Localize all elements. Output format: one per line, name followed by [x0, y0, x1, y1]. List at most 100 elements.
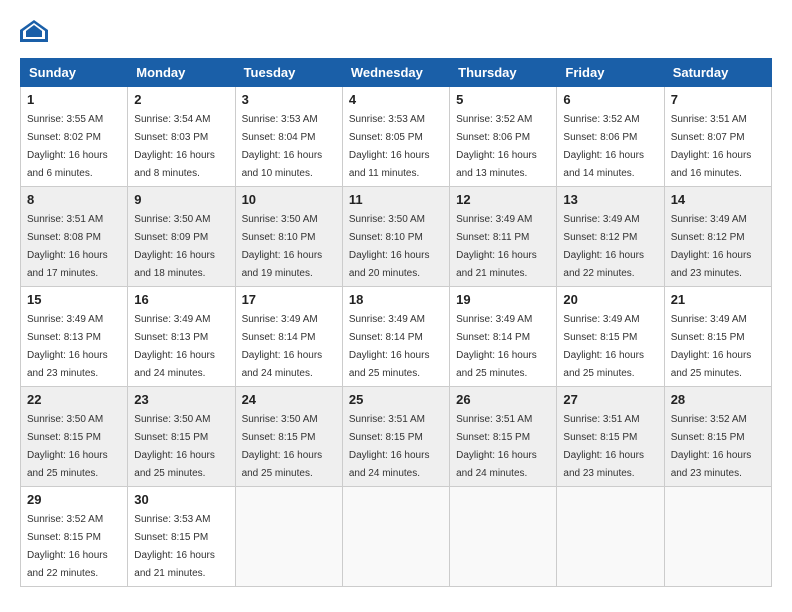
day-number: 30: [134, 492, 228, 507]
day-number: 26: [456, 392, 550, 407]
day-number: 18: [349, 292, 443, 307]
day-number: 17: [242, 292, 336, 307]
calendar-cell: 2 Sunrise: 3:54 AMSunset: 8:03 PMDaylight…: [128, 87, 235, 187]
weekday-header-saturday: Saturday: [664, 59, 771, 87]
calendar-cell: 24 Sunrise: 3:50 AMSunset: 8:15 PMDayligh…: [235, 387, 342, 487]
calendar-cell: 5Sunrise: 3:52 AMSunset: 8:06 PMDaylight…: [450, 87, 557, 187]
day-number: 1: [27, 92, 121, 107]
day-info: Sunrise: 3:51 AMSunset: 8:08 PMDaylight:…: [27, 214, 108, 279]
day-info: Sunrise: 3:50 AMSunset: 8:10 PMDaylight:…: [242, 214, 323, 279]
day-number: 22: [27, 392, 121, 407]
calendar-cell: 19 Sunrise: 3:49 AMSunset: 8:14 PMDayligh…: [450, 287, 557, 387]
calendar-cell: 3Sunrise: 3:53 AMSunset: 8:04 PMDaylight…: [235, 87, 342, 187]
day-info: Sunrise: 3:53 AMSunset: 8:05 PMDaylight:…: [349, 114, 430, 179]
day-info: Sunrise: 3:51 AMSunset: 8:15 PMDaylight:…: [349, 414, 430, 479]
page-header: [20, 20, 772, 42]
calendar-week-1: 1 Sunrise: 3:55 AMSunset: 8:02 PMDaylight…: [21, 87, 772, 187]
day-info: Sunrise: 3:52 AMSunset: 8:15 PMDaylight:…: [27, 514, 108, 579]
calendar-week-5: 29 Sunrise: 3:52 AMSunset: 8:15 PMDayligh…: [21, 487, 772, 587]
day-info: Sunrise: 3:49 AMSunset: 8:12 PMDaylight:…: [563, 214, 644, 279]
day-info: Sunrise: 3:49 AMSunset: 8:11 PMDaylight:…: [456, 214, 537, 279]
day-info: Sunrise: 3:55 AMSunset: 8:02 PMDaylight:…: [27, 114, 108, 179]
calendar-cell: 17 Sunrise: 3:49 AMSunset: 8:14 PMDayligh…: [235, 287, 342, 387]
calendar-cell: 21Sunrise: 3:49 AMSunset: 8:15 PMDayligh…: [664, 287, 771, 387]
day-info: Sunrise: 3:54 AMSunset: 8:03 PMDaylight:…: [134, 114, 215, 179]
calendar-cell: 22 Sunrise: 3:50 AMSunset: 8:15 PMDayligh…: [21, 387, 128, 487]
day-number: 12: [456, 192, 550, 207]
calendar-cell: [557, 487, 664, 587]
day-number: 19: [456, 292, 550, 307]
day-number: 14: [671, 192, 765, 207]
calendar-cell: 8 Sunrise: 3:51 AMSunset: 8:08 PMDaylight…: [21, 187, 128, 287]
day-number: 2: [134, 92, 228, 107]
calendar-cell: 25 Sunrise: 3:51 AMSunset: 8:15 PMDayligh…: [342, 387, 449, 487]
day-number: 3: [242, 92, 336, 107]
generalblue-logo-icon: [20, 20, 48, 42]
day-number: 28: [671, 392, 765, 407]
day-info: Sunrise: 3:51 AMSunset: 8:15 PMDaylight:…: [456, 414, 537, 479]
calendar-cell: 15 Sunrise: 3:49 AMSunset: 8:13 PMDayligh…: [21, 287, 128, 387]
calendar-cell: 28 Sunrise: 3:52 AMSunset: 8:15 PMDayligh…: [664, 387, 771, 487]
calendar-week-3: 15 Sunrise: 3:49 AMSunset: 8:13 PMDayligh…: [21, 287, 772, 387]
day-info: Sunrise: 3:51 AMSunset: 8:15 PMDaylight:…: [563, 414, 644, 479]
calendar-week-2: 8 Sunrise: 3:51 AMSunset: 8:08 PMDaylight…: [21, 187, 772, 287]
calendar-table: SundayMondayTuesdayWednesdayThursdayFrid…: [20, 58, 772, 587]
calendar-cell: 12 Sunrise: 3:49 AMSunset: 8:11 PMDayligh…: [450, 187, 557, 287]
weekday-header-monday: Monday: [128, 59, 235, 87]
day-info: Sunrise: 3:49 AMSunset: 8:14 PMDaylight:…: [456, 314, 537, 379]
day-number: 6: [563, 92, 657, 107]
day-info: Sunrise: 3:52 AMSunset: 8:15 PMDaylight:…: [671, 414, 752, 479]
day-number: 20: [563, 292, 657, 307]
day-number: 15: [27, 292, 121, 307]
day-number: 25: [349, 392, 443, 407]
calendar-cell: 6 Sunrise: 3:52 AMSunset: 8:06 PMDaylight…: [557, 87, 664, 187]
day-info: Sunrise: 3:50 AMSunset: 8:15 PMDaylight:…: [242, 414, 323, 479]
day-info: Sunrise: 3:49 AMSunset: 8:13 PMDaylight:…: [134, 314, 215, 379]
weekday-header-thursday: Thursday: [450, 59, 557, 87]
calendar-cell: 7 Sunrise: 3:51 AMSunset: 8:07 PMDaylight…: [664, 87, 771, 187]
day-number: 5: [456, 92, 550, 107]
day-number: 9: [134, 192, 228, 207]
day-number: 7: [671, 92, 765, 107]
calendar-cell: 20Sunrise: 3:49 AMSunset: 8:15 PMDayligh…: [557, 287, 664, 387]
day-number: 29: [27, 492, 121, 507]
day-number: 24: [242, 392, 336, 407]
calendar-cell: 4 Sunrise: 3:53 AMSunset: 8:05 PMDaylight…: [342, 87, 449, 187]
day-number: 13: [563, 192, 657, 207]
weekday-header-tuesday: Tuesday: [235, 59, 342, 87]
calendar-cell: 23 Sunrise: 3:50 AMSunset: 8:15 PMDayligh…: [128, 387, 235, 487]
day-number: 4: [349, 92, 443, 107]
calendar-cell: [664, 487, 771, 587]
calendar-cell: 13 Sunrise: 3:49 AMSunset: 8:12 PMDayligh…: [557, 187, 664, 287]
logo: [20, 20, 52, 42]
day-info: Sunrise: 3:50 AMSunset: 8:15 PMDaylight:…: [134, 414, 215, 479]
day-number: 10: [242, 192, 336, 207]
calendar-cell: 10 Sunrise: 3:50 AMSunset: 8:10 PMDayligh…: [235, 187, 342, 287]
day-info: Sunrise: 3:51 AMSunset: 8:07 PMDaylight:…: [671, 114, 752, 179]
weekday-header-wednesday: Wednesday: [342, 59, 449, 87]
calendar-cell: [450, 487, 557, 587]
calendar-cell: 14 Sunrise: 3:49 AMSunset: 8:12 PMDayligh…: [664, 187, 771, 287]
calendar-cell: 16 Sunrise: 3:49 AMSunset: 8:13 PMDayligh…: [128, 287, 235, 387]
day-info: Sunrise: 3:49 AMSunset: 8:13 PMDaylight:…: [27, 314, 108, 379]
day-number: 8: [27, 192, 121, 207]
calendar-cell: [235, 487, 342, 587]
calendar-cell: 26 Sunrise: 3:51 AMSunset: 8:15 PMDayligh…: [450, 387, 557, 487]
calendar-cell: 27 Sunrise: 3:51 AMSunset: 8:15 PMDayligh…: [557, 387, 664, 487]
day-number: 16: [134, 292, 228, 307]
day-number: 23: [134, 392, 228, 407]
day-info: Sunrise: 3:49 AMSunset: 8:14 PMDaylight:…: [242, 314, 323, 379]
day-info: Sunrise: 3:50 AMSunset: 8:09 PMDaylight:…: [134, 214, 215, 279]
calendar-cell: [342, 487, 449, 587]
day-info: Sunrise: 3:49 AMSunset: 8:12 PMDaylight:…: [671, 214, 752, 279]
day-info: Sunrise: 3:52 AMSunset: 8:06 PMDaylight:…: [563, 114, 644, 179]
day-info: Sunrise: 3:50 AMSunset: 8:10 PMDaylight:…: [349, 214, 430, 279]
day-info: Sunrise: 3:50 AMSunset: 8:15 PMDaylight:…: [27, 414, 108, 479]
calendar-cell: 9 Sunrise: 3:50 AMSunset: 8:09 PMDaylight…: [128, 187, 235, 287]
calendar-cell: 29 Sunrise: 3:52 AMSunset: 8:15 PMDayligh…: [21, 487, 128, 587]
weekday-header-friday: Friday: [557, 59, 664, 87]
day-number: 21: [671, 292, 765, 307]
calendar-cell: 18Sunrise: 3:49 AMSunset: 8:14 PMDayligh…: [342, 287, 449, 387]
day-number: 27: [563, 392, 657, 407]
day-info: Sunrise: 3:53 AMSunset: 8:15 PMDaylight:…: [134, 514, 215, 579]
